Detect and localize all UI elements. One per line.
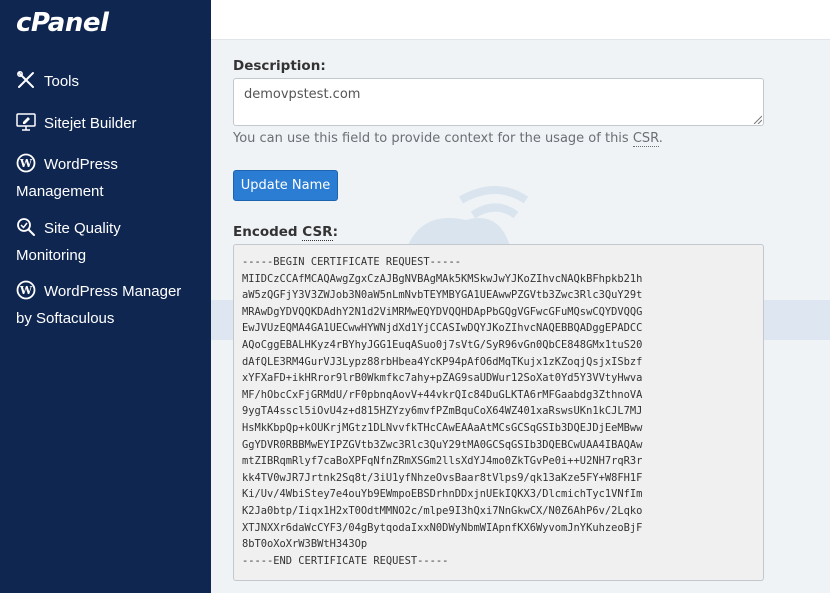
sidebar-item-label: WordPress Manager [44, 283, 182, 300]
csr-line: MIIDCzCCAfMCAQAwgZgxCzAJBgNVBAgMAk5KMSkw… [242, 272, 643, 285]
csr-line: xYFXaFD+ikHRror9lrB0Wkmfkc7ahy+pZAG9saUD… [242, 372, 643, 385]
encoded-csr-field[interactable]: -----BEGIN CERTIFICATE REQUEST----- MIIDC… [233, 244, 764, 581]
sidebar-item-sitejet-builder[interactable]: Sitejet Builder [16, 110, 206, 137]
csr-line: HsMkKbpQp+kOUKrjMGtz1DLNvvfkTHcCAwEAAaAt… [242, 421, 643, 434]
description-field[interactable]: demovpstest.com [233, 78, 764, 126]
cpanel-logo[interactable]: cPanel [16, 8, 109, 38]
csr-line: EwJVUzEQMA4GA1UECwwHYWNjdXd1YjCCASIwDQYJ… [242, 322, 643, 335]
encoded-label-prefix: Encoded [233, 224, 303, 240]
csr-line: XTJNXXr6daWcCYF3/04gBytqodaIxxN0DWyNbmWI… [242, 521, 643, 534]
sidebar: cPanel Tools Sitejet Builder W WordPress… [0, 0, 211, 593]
resize-handle-icon[interactable] [752, 114, 762, 124]
csr-line: K2Ja0btp/Iiqx1H2xT0OdtMMNO2c/mlpe9I3hQxi… [242, 504, 643, 517]
csr-line: mtZIBRqmRlyf7caBoXPFqNfnZRmXSGm2llsXdYJ4… [242, 455, 643, 468]
help-text-suffix: . [658, 131, 663, 146]
csr-line: Ki/Uv/4WbiStey7e4ouYb9EWmpoEBSDrhnDDxjnU… [242, 488, 643, 501]
sidebar-item-label: Sitejet Builder [44, 115, 137, 132]
encoded-label-suffix: : [332, 224, 338, 240]
csr-abbr: CSR [302, 224, 333, 241]
sidebar-item-wordpress-manager-softaculous[interactable]: W WordPress Manager by Softaculous [16, 278, 206, 332]
sidebar-item-label-line2: by Softaculous [16, 310, 115, 327]
csr-line: MF/hObcCxFjGRMdU/rF0pbnqAovV+44vkrQIc84D… [242, 388, 643, 401]
csr-line: -----END CERTIFICATE REQUEST----- [242, 554, 449, 567]
sidebar-item-site-quality-monitoring[interactable]: Site Quality Monitoring [16, 215, 206, 269]
wordpress-icon: W [16, 280, 38, 300]
csr-line: aW5zQGFjY3V3ZWJob3N0aW5nLmNvbTEYMBYGA1UE… [242, 289, 643, 302]
csr-line: GgYDVR0RBBMwEYIPZGVtb3Zwc3Rlc3QuY29tMA0G… [242, 438, 643, 451]
csr-line: -----BEGIN CERTIFICATE REQUEST----- [242, 256, 461, 268]
csr-line: kk4TV0wJR7Jrtnk2Sq8t/3iU1yfNhzeOvsBaar8t… [242, 471, 643, 484]
svg-text:W: W [19, 157, 33, 170]
csr-line: 9ygTA4sscl5iOvU4z+d815HZYzy6mvfPZmBquCoX… [242, 405, 643, 418]
monitor-edit-icon [16, 112, 38, 132]
csr-abbr: CSR [632, 131, 659, 147]
help-text-prefix: You can use this field to provide contex… [233, 131, 633, 146]
sidebar-item-label: Tools [44, 73, 80, 90]
sidebar-item-label: WordPress [44, 156, 118, 173]
sidebar-item-label: Site Quality [44, 220, 121, 237]
description-label: Description: [233, 58, 326, 74]
sidebar-item-tools[interactable]: Tools [16, 68, 206, 95]
csr-line: AQoCggEBALHKyz4rBYhyJGG1EuqASuo0j7sVtG/S… [242, 338, 643, 351]
description-help-text: You can use this field to provide contex… [233, 131, 663, 147]
update-name-button[interactable]: Update Name [233, 170, 338, 201]
sidebar-item-label-line2: Monitoring [16, 247, 87, 264]
csr-line: 8bT0oXoXrW3BWtH343Op [242, 538, 368, 551]
sidebar-item-wordpress-management[interactable]: W WordPress Management [16, 151, 206, 205]
wordpress-icon: W [16, 153, 38, 173]
magnifier-check-icon [16, 217, 38, 237]
svg-text:W: W [19, 284, 33, 297]
main-content: Description: demovpstest.com You can use… [211, 40, 830, 593]
csr-line: dAfQLE3RM4GurVJ3Lypz88rbHbea4YcKP94pAfO6… [242, 355, 643, 368]
csr-line: MRAwDgYDVQQKDAdhY2N1d2ViMRMwEQYDVQQHDApP… [242, 305, 643, 318]
top-header [211, 0, 830, 40]
tools-icon [16, 70, 38, 90]
encoded-csr-label: Encoded CSR: [233, 224, 338, 241]
sidebar-item-label-line2: Management [16, 183, 104, 200]
